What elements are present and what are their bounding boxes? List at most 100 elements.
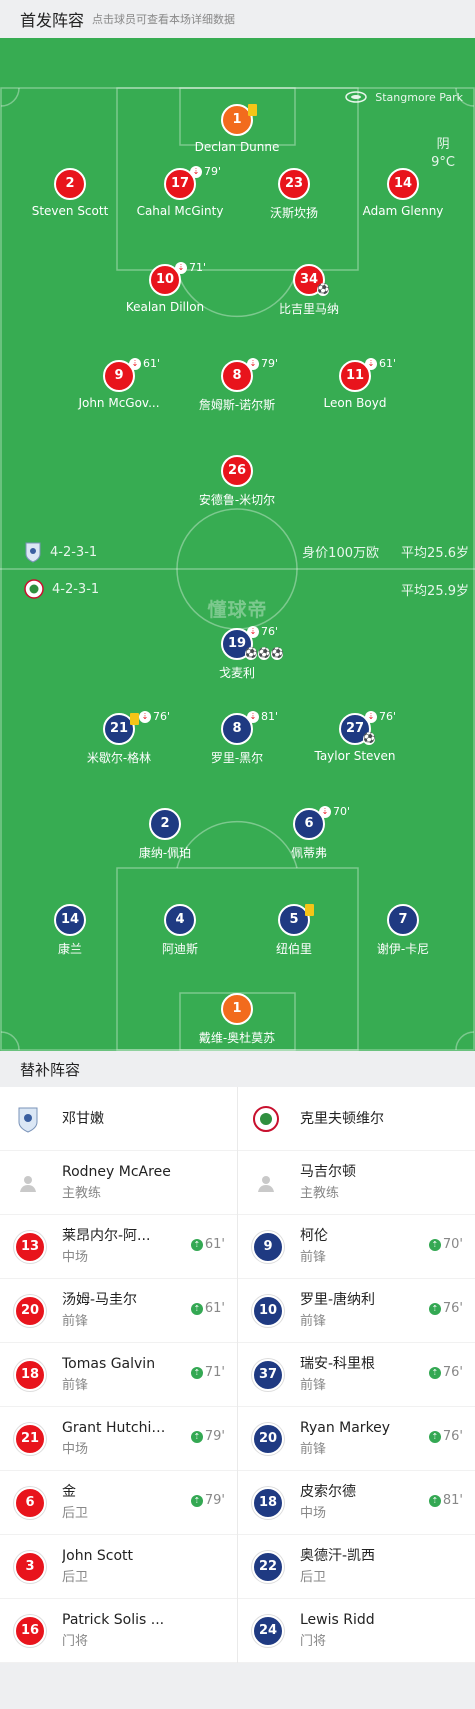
sub-out-icon: ⇣ — [247, 625, 259, 638]
sub-minute: 81' — [261, 710, 279, 723]
home-sub-player[interactable]: 18 Tomas Galvin 前锋 ⇡ 71' — [0, 1343, 237, 1407]
player-info: John Scott 后卫 — [62, 1546, 133, 1588]
away-player[interactable]: 2 康纳-佩珀 — [105, 808, 225, 861]
away-sub-player[interactable]: 20 Ryan Markey 前锋 ⇡ 76' — [237, 1407, 475, 1471]
home-value: 身价100万欧 — [302, 546, 379, 561]
home-sub-player[interactable]: 6 金后卫 ⇡ 79' — [0, 1471, 237, 1535]
player-position: 中场 — [62, 1442, 89, 1457]
player-info: 罗里-唐纳利 前锋 — [300, 1290, 375, 1332]
home-formation-text: 4-2-3-1 — [50, 544, 98, 560]
player-number: 27 ⇣ 76' ⚽ — [339, 710, 396, 745]
player-info: 瑞安-科里根 前锋 — [300, 1354, 375, 1396]
sub-out-icon: ⇣ — [247, 357, 259, 370]
away-player[interactable]: 5 纽伯里 — [234, 904, 354, 957]
player-position: 后卫 — [62, 1570, 89, 1585]
sub-out-icon: ⇣ — [365, 710, 377, 723]
home-sub-player[interactable]: 16 Patrick Solis ... 门将 — [0, 1599, 237, 1663]
player-number: 9 ⇣ 61' — [103, 357, 160, 392]
soccer-ball-icon: ⚽ — [258, 648, 271, 660]
player-name: Ryan Markey — [300, 1420, 391, 1436]
away-player[interactable]: 7 谢伊-卡尼 — [343, 904, 463, 957]
sub-in-icon: ⇡ — [428, 1494, 441, 1507]
sub-in-icon: ⇡ — [190, 1302, 203, 1315]
away-player[interactable]: 21 ⇣ 76' 米歇尔-格林 — [59, 710, 179, 766]
home-sub-player[interactable]: 21 Grant Hutchin... 中场 ⇡ 79' — [0, 1407, 237, 1471]
away-sub-player[interactable]: 22 奥德汗-凯西 后卫 — [237, 1535, 475, 1599]
away-team-logo-icon — [24, 579, 44, 599]
player-number: 16 — [14, 1615, 46, 1647]
coach-icon — [252, 1169, 280, 1197]
sub-out-badge: ⇣ 61' — [129, 357, 160, 370]
away-player[interactable]: 6 ⇣ 70' 佩蒂弗 — [249, 805, 369, 861]
player-position: 前锋 — [300, 1442, 327, 1457]
away-team-cell[interactable]: 克里夫顿维尔 — [237, 1087, 475, 1151]
player-number: 24 — [252, 1615, 284, 1647]
player-info: Lewis Ridd 门将 — [300, 1610, 375, 1652]
away-sub-player[interactable]: 37 瑞安-科里根 前锋 ⇡ 76' — [237, 1343, 475, 1407]
away-coach-cell[interactable]: 马吉尔顿 主教练 — [237, 1151, 475, 1215]
away-player[interactable]: 8 ⇣ 81' 罗里-黑尔 — [177, 710, 297, 766]
away-sub-player[interactable]: 18 皮索尔德 中场 ⇡ 81' — [237, 1471, 475, 1535]
yellow-card-icon — [305, 904, 314, 916]
away-team-name: 克里夫顿维尔 — [300, 1110, 384, 1127]
away-player[interactable]: 14 康兰 — [10, 904, 130, 957]
home-player[interactable]: 23 沃斯坎扬 — [234, 168, 354, 221]
player-position: 前锋 — [62, 1314, 89, 1329]
home-coach-cell[interactable]: Rodney McAree 主教练 — [0, 1151, 237, 1215]
player-number: 34 ⚽ — [293, 264, 329, 296]
player-position: 后卫 — [300, 1570, 327, 1585]
home-sub-player[interactable]: 13 莱昂内尔-阿... 中场 ⇡ 61' — [0, 1215, 237, 1279]
sub-in-time: ⇡ 61' — [190, 1301, 225, 1316]
player-number: 18 — [14, 1359, 46, 1391]
sub-in-minute: 76' — [442, 1429, 463, 1444]
home-player[interactable]: 26 安德鲁-米切尔 — [177, 455, 297, 508]
player-name: 康纳-佩珀 — [138, 846, 192, 860]
player-number: 10 ⇣ 71' — [149, 261, 206, 296]
away-player[interactable]: 1 戴维-奥杜莫苏 — [177, 993, 297, 1046]
home-player[interactable]: 8 ⇣ 79' 詹姆斯-诺尔斯 — [177, 357, 297, 413]
away-formation-text: 4-2-3-1 — [52, 581, 100, 597]
bench-row: 6 金后卫 ⇡ 79' 18 皮索尔德 中场 ⇡ 81' — [0, 1471, 475, 1535]
away-sub-player[interactable]: 24 Lewis Ridd 门将 — [237, 1599, 475, 1663]
sub-out-badge: ⇣ 76' — [247, 625, 278, 638]
sub-out-badge: ⇣ 79' — [247, 357, 278, 370]
home-player[interactable]: 17 ⇣ 79' Cahal McGinty — [120, 165, 240, 218]
sub-out-badge: ⇣ 79' — [190, 165, 221, 178]
home-player[interactable]: 11 ⇣ 61' Leon Boyd — [295, 357, 415, 410]
sub-out-badge: ⇣ 81' — [247, 710, 278, 723]
home-player[interactable]: 10 ⇣ 71' Kealan Dillon — [105, 261, 225, 314]
yellow-card-icon — [248, 104, 257, 116]
away-player[interactable]: 19 ⇣ 76' ⚽ ⚽ ⚽ 戈麦利 — [177, 625, 297, 681]
player-number: 21 ⇣ 76' — [103, 710, 170, 745]
home-team-logo-icon — [25, 542, 41, 563]
player-number: 18 — [252, 1487, 284, 1519]
sub-minute: 76' — [379, 710, 397, 723]
player-name: 纽伯里 — [275, 942, 312, 956]
away-player[interactable]: 27 ⇣ 76' ⚽ Taylor Steven — [295, 710, 415, 763]
sub-minute: 79' — [261, 357, 279, 370]
player-position: 前锋 — [300, 1314, 327, 1329]
home-team-cell[interactable]: 邓甘嫩 — [0, 1087, 237, 1151]
player-number: 23 — [278, 168, 310, 200]
player-info: Tomas Galvin 前锋 — [62, 1354, 155, 1396]
player-name: Patrick Solis ... — [62, 1612, 165, 1628]
player-name: 戴维-奥杜莫苏 — [198, 1031, 276, 1045]
away-sub-player[interactable]: 10 罗里-唐纳利 前锋 ⇡ 76' — [237, 1279, 475, 1343]
away-sub-player[interactable]: 9 柯伦 前锋 ⇡ 70' — [237, 1215, 475, 1279]
home-sub-player[interactable]: 3 John Scott 后卫 — [0, 1535, 237, 1599]
home-player[interactable]: 14 Adam Glenny — [343, 168, 463, 218]
player-number: 19 ⇣ 76' ⚽ ⚽ ⚽ — [221, 625, 283, 660]
home-player[interactable]: 34 ⚽ 比吉里马纳 — [249, 264, 369, 317]
weather: 阴 9°C — [431, 136, 455, 172]
sub-minute: 76' — [261, 625, 279, 638]
goals: ⚽ ⚽ ⚽ — [245, 648, 283, 660]
venue-name: Stangmore Park — [375, 90, 463, 104]
home-player[interactable]: 9 ⇣ 61' John McGov... — [59, 357, 179, 410]
coach-icon — [14, 1169, 42, 1197]
home-team-name: 邓甘嫩 — [62, 1110, 104, 1127]
home-sub-player[interactable]: 20 汤姆-马圭尔 前锋 ⇡ 61' — [0, 1279, 237, 1343]
home-player[interactable]: 2 Steven Scott — [10, 168, 130, 218]
player-number: 22 — [252, 1551, 284, 1583]
home-player[interactable]: 1 Declan Dunne — [177, 104, 297, 154]
away-player[interactable]: 4 阿迪斯 — [120, 904, 240, 957]
